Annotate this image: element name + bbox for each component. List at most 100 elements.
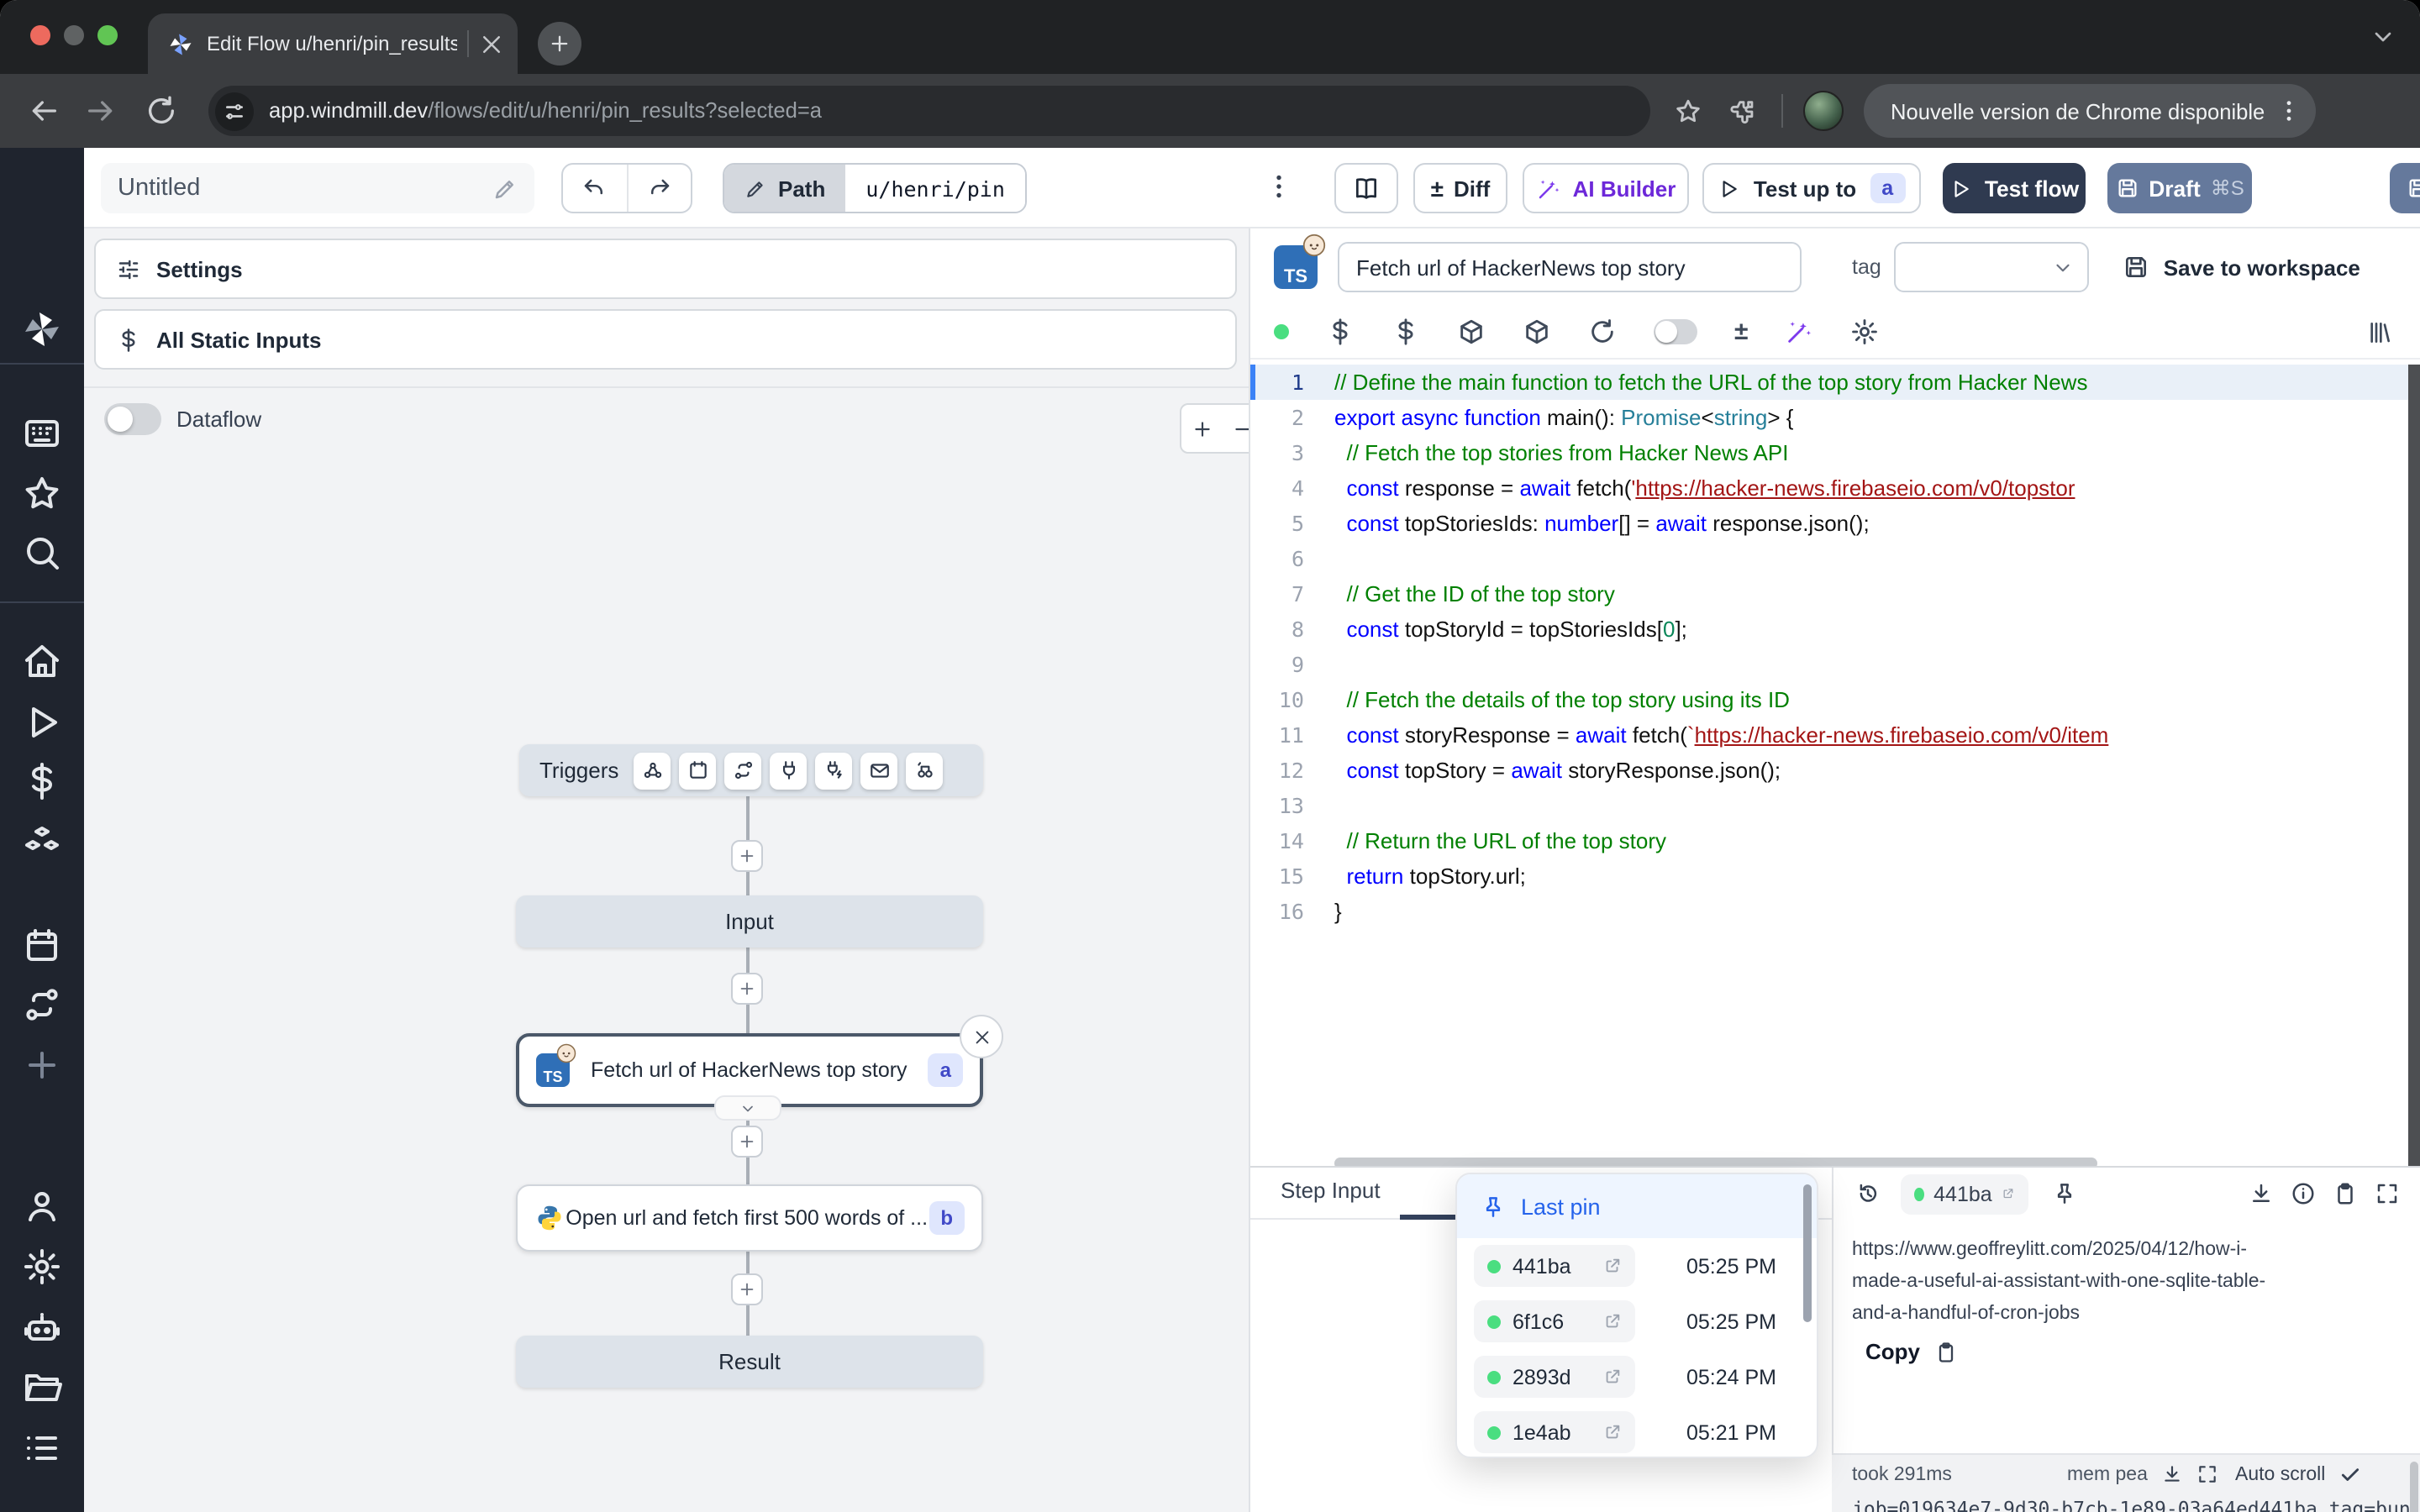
last-pin-option[interactable]: Last pin <box>1457 1174 1817 1238</box>
tab-close-icon[interactable] <box>479 31 504 56</box>
draft-button[interactable]: Draft⌘S <box>2107 163 2252 213</box>
copy-button[interactable]: Copy <box>1865 1339 1957 1364</box>
insert-resource[interactable] <box>1392 318 1420 346</box>
route-trigger-button[interactable] <box>724 752 761 789</box>
bookmark-star-icon[interactable] <box>1674 97 1702 125</box>
ai-assistant[interactable] <box>1785 318 1813 346</box>
menu-scrollbar[interactable] <box>1803 1184 1812 1322</box>
zoom-out-button[interactable] <box>1222 405 1250 452</box>
diff-icon[interactable]: ± <box>1734 318 1748 346</box>
pin-id-pill[interactable]: 441ba <box>1474 1245 1635 1287</box>
tag-select[interactable] <box>1895 242 2090 292</box>
pin-id-pill[interactable]: 2893d <box>1474 1356 1635 1398</box>
remove-step-button[interactable] <box>960 1015 1003 1058</box>
history-icon[interactable] <box>1855 1181 1881 1206</box>
sidebar-item-ai-settings[interactable] <box>22 1307 62 1347</box>
external-link-icon[interactable] <box>1603 1368 1622 1386</box>
kafka-trigger-button[interactable] <box>815 752 852 789</box>
all-static-inputs-button[interactable]: All Static Inputs <box>94 309 1237 370</box>
expand-logs-icon[interactable] <box>2196 1463 2218 1485</box>
pin-id-pill[interactable]: 6f1c6 <box>1474 1300 1635 1342</box>
step-node-b[interactable]: Open url and fetch first 500 words of ..… <box>516 1184 983 1252</box>
sidebar-item-runs[interactable] <box>22 702 62 743</box>
expand-step-button[interactable] <box>714 1095 781 1121</box>
flow-name-box[interactable]: Untitled <box>101 163 534 213</box>
sidebar-item-audit-logs[interactable] <box>22 1428 62 1468</box>
zoom-window-button[interactable] <box>97 25 118 45</box>
diff-toggle[interactable] <box>1654 319 1697 344</box>
external-link-icon[interactable] <box>2002 1184 2015 1203</box>
ai-builder-button[interactable]: AI Builder <box>1523 163 1689 213</box>
expand-result-icon[interactable] <box>2375 1181 2400 1206</box>
explore-hub[interactable] <box>1457 318 1486 346</box>
editor-horizontal-scrollbar[interactable] <box>1334 1158 2097 1166</box>
step-name-input[interactable] <box>1338 242 1802 292</box>
undo-button[interactable] <box>563 165 626 212</box>
sidebar-item-schedules[interactable] <box>22 926 62 966</box>
pin-history-item[interactable]: 441ba05:25 PM <box>1457 1238 1817 1294</box>
docs-button[interactable] <box>1334 163 1398 213</box>
clipboard-result-icon[interactable] <box>2333 1181 2358 1206</box>
redo-button[interactable] <box>626 165 691 212</box>
flow-settings-button[interactable]: Settings <box>94 239 1237 299</box>
download-result-icon[interactable] <box>2249 1181 2274 1206</box>
zoom-in-button[interactable] <box>1181 405 1222 452</box>
pin-result-button[interactable] <box>2052 1181 2077 1206</box>
schedule-trigger-button[interactable] <box>679 752 716 789</box>
lang-status-dot[interactable] <box>1274 324 1289 339</box>
pin-history-item[interactable]: 2893d05:24 PM <box>1457 1349 1817 1404</box>
insert-step-button[interactable] <box>731 1273 763 1305</box>
forward-button[interactable] <box>84 94 118 128</box>
extensions-icon[interactable] <box>1729 97 1758 125</box>
job-id-pill[interactable]: 441ba <box>1901 1173 2028 1214</box>
sidebar-item-favorites[interactable] <box>22 474 62 514</box>
sidebar-item-flows[interactable] <box>22 984 62 1025</box>
test-up-to-button[interactable]: Test up toa <box>1702 163 1921 213</box>
close-window-button[interactable] <box>30 25 50 45</box>
back-button[interactable] <box>27 94 60 128</box>
browser-tab[interactable]: Edit Flow u/henri/pin_results <box>148 13 518 74</box>
input-node[interactable]: Input <box>516 895 983 948</box>
download-logs-icon[interactable] <box>2161 1463 2183 1485</box>
external-link-icon[interactable] <box>1603 1257 1622 1275</box>
sidebar-item-resources[interactable] <box>22 823 62 864</box>
sidebar-item-home[interactable] <box>22 642 62 682</box>
sidebar-item-folders[interactable] <box>22 1368 62 1408</box>
code-editor[interactable]: 12345678910111213141516 // Define the ma… <box>1250 365 2420 1166</box>
new-tab-button[interactable] <box>538 22 581 66</box>
test-flow-button[interactable]: Test flow <box>1943 163 2086 213</box>
pin-id-pill[interactable]: 1e4ab <box>1474 1411 1635 1453</box>
more-options-button[interactable] <box>1264 171 1294 202</box>
websocket-trigger-button[interactable] <box>770 752 807 789</box>
sidebar-item-users[interactable] <box>22 1186 62 1226</box>
kebab-menu-icon[interactable] <box>2275 97 2302 124</box>
path-button[interactable]: Path u/henri/pin <box>723 163 1027 213</box>
poll-trigger-button[interactable] <box>906 752 943 789</box>
webhook-trigger-button[interactable] <box>634 752 671 789</box>
reload-button[interactable] <box>145 94 178 128</box>
tab-search-button[interactable] <box>2370 24 2396 50</box>
sidebar-item-variables[interactable] <box>22 761 62 801</box>
profile-avatar[interactable] <box>1803 91 1844 131</box>
dataflow-toggle[interactable] <box>104 403 161 435</box>
editor-settings[interactable] <box>1850 318 1879 346</box>
log-vertical-scrollbar[interactable] <box>2410 1462 2418 1512</box>
library-panel-button[interactable] <box>2366 306 2393 360</box>
deploy-button[interactable]: Deploy <box>2390 163 2420 213</box>
tab-step-input[interactable]: Step Input <box>1281 1178 1381 1218</box>
insert-step-button[interactable] <box>731 840 763 872</box>
reload[interactable] <box>1588 318 1617 346</box>
insert-step-button[interactable] <box>731 973 763 1005</box>
pin-history-item[interactable]: 1e4ab05:21 PM <box>1457 1404 1817 1458</box>
editor-vertical-scrollbar[interactable] <box>2408 365 2420 1166</box>
diff-button[interactable]: ±Diff <box>1413 163 1507 213</box>
triggers-node[interactable]: Triggers <box>519 744 983 796</box>
sidebar-item-windmill-logo[interactable] <box>22 309 62 349</box>
dependencies[interactable] <box>1523 318 1551 346</box>
sidebar-item-workspace-settings[interactable] <box>22 1247 62 1287</box>
site-info-button[interactable] <box>215 92 254 130</box>
insert-step-button[interactable] <box>731 1126 763 1158</box>
check-icon[interactable] <box>2338 1463 2360 1485</box>
minimize-window-button[interactable] <box>64 25 84 45</box>
info-result-icon[interactable] <box>2291 1181 2316 1206</box>
